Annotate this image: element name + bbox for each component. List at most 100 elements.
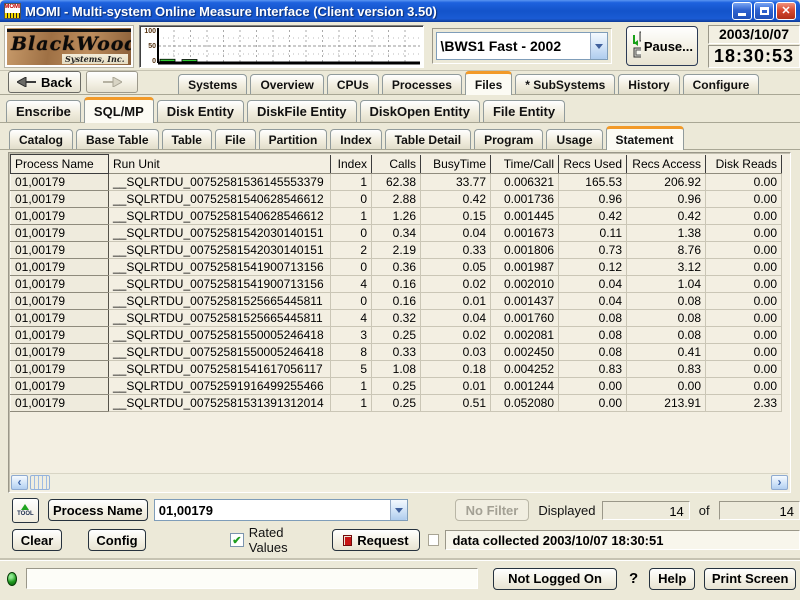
tab-overview[interactable]: Overview [250, 74, 323, 94]
row-header-cell[interactable]: 01,00179 [11, 293, 109, 310]
table-cell[interactable]: 0.002010 [491, 276, 559, 293]
process-combo-dropdown-button[interactable] [390, 500, 407, 520]
table-cell[interactable]: 0.00 [706, 242, 782, 259]
table-cell[interactable]: 1.38 [627, 225, 706, 242]
config-button[interactable]: Config [88, 529, 146, 551]
status-checkbox[interactable] [428, 534, 440, 546]
tab-files[interactable]: Files [465, 71, 512, 95]
column-header-disk-reads[interactable]: Disk Reads [706, 155, 782, 174]
table-cell[interactable]: 2.33 [706, 395, 782, 412]
table-cell[interactable]: __SQLRTDU_00752581550005246418 [109, 344, 331, 361]
table-cell[interactable]: 8.76 [627, 242, 706, 259]
table-cell[interactable]: 0.00 [706, 225, 782, 242]
table-cell[interactable]: 0.33 [421, 242, 491, 259]
minimize-button[interactable] [732, 2, 752, 20]
row-header-cell[interactable]: 01,00179 [11, 191, 109, 208]
table-cell[interactable]: 0.001987 [491, 259, 559, 276]
table-cell[interactable]: 0.00 [706, 293, 782, 310]
scroll-left-button[interactable]: ‹ [11, 475, 28, 490]
table-cell[interactable]: 0.08 [627, 327, 706, 344]
table-cell[interactable]: 0.04 [559, 293, 627, 310]
pause-button[interactable]: Pause... [626, 26, 698, 66]
table-cell[interactable]: 0.05 [421, 259, 491, 276]
system-selector[interactable]: \BWS1 Fast - 2002 [436, 32, 609, 60]
detail-tab-program[interactable]: Program [474, 129, 543, 149]
table-row[interactable]: 01,00179__SQLRTDU_0075258154190071315640… [11, 276, 782, 293]
table-cell[interactable]: __SQLRTDU_00752581540628546612 [109, 191, 331, 208]
table-cell[interactable]: __SQLRTDU_00752581542030140151 [109, 242, 331, 259]
help-question-mark[interactable]: ? [629, 570, 638, 587]
table-cell[interactable]: __SQLRTDU_00752581541617056117 [109, 361, 331, 378]
table-cell[interactable]: 0.00 [559, 395, 627, 412]
table-cell[interactable]: 0.03 [421, 344, 491, 361]
table-cell[interactable]: 0.00 [706, 208, 782, 225]
table-cell[interactable]: 0.001445 [491, 208, 559, 225]
table-cell[interactable]: 2 [331, 242, 372, 259]
column-header-calls[interactable]: Calls [372, 155, 421, 174]
table-row[interactable]: 01,00179__SQLRTDU_0075259191649925546610… [11, 378, 782, 395]
table-cell[interactable]: 0.08 [559, 310, 627, 327]
table-cell[interactable]: 0.00 [706, 174, 782, 191]
table-cell[interactable]: 0.001760 [491, 310, 559, 327]
table-cell[interactable]: 0.16 [372, 276, 421, 293]
table-cell[interactable]: 0.18 [421, 361, 491, 378]
table-cell[interactable]: 0.41 [627, 344, 706, 361]
table-cell[interactable]: 0.08 [559, 327, 627, 344]
table-cell[interactable]: 33.77 [421, 174, 491, 191]
table-cell[interactable]: 0.25 [372, 327, 421, 344]
table-cell[interactable]: 5 [331, 361, 372, 378]
table-row[interactable]: 01,00179__SQLRTDU_0075258154203014015122… [11, 242, 782, 259]
table-row[interactable]: 01,00179__SQLRTDU_0075258154161705611751… [11, 361, 782, 378]
table-cell[interactable]: 0.42 [421, 191, 491, 208]
table-cell[interactable]: 1.08 [372, 361, 421, 378]
table-cell[interactable]: 0.96 [559, 191, 627, 208]
table-cell[interactable]: 0.02 [421, 327, 491, 344]
table-cell[interactable]: 0.16 [372, 293, 421, 310]
table-cell[interactable]: 0.33 [372, 344, 421, 361]
table-cell[interactable]: 0.004252 [491, 361, 559, 378]
table-cell[interactable]: 0.00 [627, 378, 706, 395]
table-cell[interactable]: 0.002081 [491, 327, 559, 344]
table-cell[interactable]: __SQLRTDU_00752581541900713156 [109, 259, 331, 276]
table-cell[interactable]: 0.001244 [491, 378, 559, 395]
table-cell[interactable]: 0 [331, 293, 372, 310]
subtab-disk-entity[interactable]: Disk Entity [157, 100, 244, 122]
table-row[interactable]: 01,00179__SQLRTDU_0075258154190071315600… [11, 259, 782, 276]
table-cell[interactable]: 0.04 [421, 310, 491, 327]
table-row[interactable]: 01,00179__SQLRTDU_0075258153139131201410… [11, 395, 782, 412]
table-cell[interactable]: 213.91 [627, 395, 706, 412]
table-cell[interactable]: 0.00 [706, 276, 782, 293]
row-header-cell[interactable]: 01,00179 [11, 378, 109, 395]
detail-tab-table[interactable]: Table [162, 129, 212, 149]
close-button[interactable]: ✕ [776, 2, 796, 20]
table-cell[interactable]: __SQLRTDU_00752581525665445811 [109, 310, 331, 327]
request-button[interactable]: Request [332, 529, 420, 551]
table-cell[interactable]: 1 [331, 378, 372, 395]
table-cell[interactable]: 0.73 [559, 242, 627, 259]
row-header-cell[interactable]: 01,00179 [11, 310, 109, 327]
process-name-combo[interactable]: 01,00179 [154, 499, 408, 521]
table-row[interactable]: 01,00179__SQLRTDU_0075258154062854661202… [11, 191, 782, 208]
row-header-cell[interactable]: 01,00179 [11, 242, 109, 259]
column-header-index[interactable]: Index [331, 155, 372, 174]
table-cell[interactable]: 0.052080 [491, 395, 559, 412]
table-cell[interactable]: 4 [331, 276, 372, 293]
table-cell[interactable]: 0.36 [372, 259, 421, 276]
table-cell[interactable]: 1.04 [627, 276, 706, 293]
row-header-cell[interactable]: 01,00179 [11, 327, 109, 344]
row-header-cell[interactable]: 01,00179 [11, 225, 109, 242]
table-cell[interactable]: 0.15 [421, 208, 491, 225]
table-cell[interactable]: 0 [331, 225, 372, 242]
restore-button[interactable] [754, 2, 774, 20]
scroll-right-button[interactable]: › [771, 475, 788, 490]
detail-tab-usage[interactable]: Usage [546, 129, 602, 149]
table-cell[interactable]: 0.00 [706, 378, 782, 395]
table-cell[interactable]: 0.00 [706, 361, 782, 378]
row-header-cell[interactable]: 01,00179 [11, 344, 109, 361]
process-name-button[interactable]: Process Name [48, 499, 148, 521]
table-row[interactable]: 01,00179__SQLRTDU_0075258155000524641830… [11, 327, 782, 344]
tab-processes[interactable]: Processes [382, 74, 462, 94]
detail-tab-index[interactable]: Index [330, 129, 381, 149]
table-cell[interactable]: 0.04 [421, 225, 491, 242]
table-cell[interactable]: 0.08 [627, 293, 706, 310]
